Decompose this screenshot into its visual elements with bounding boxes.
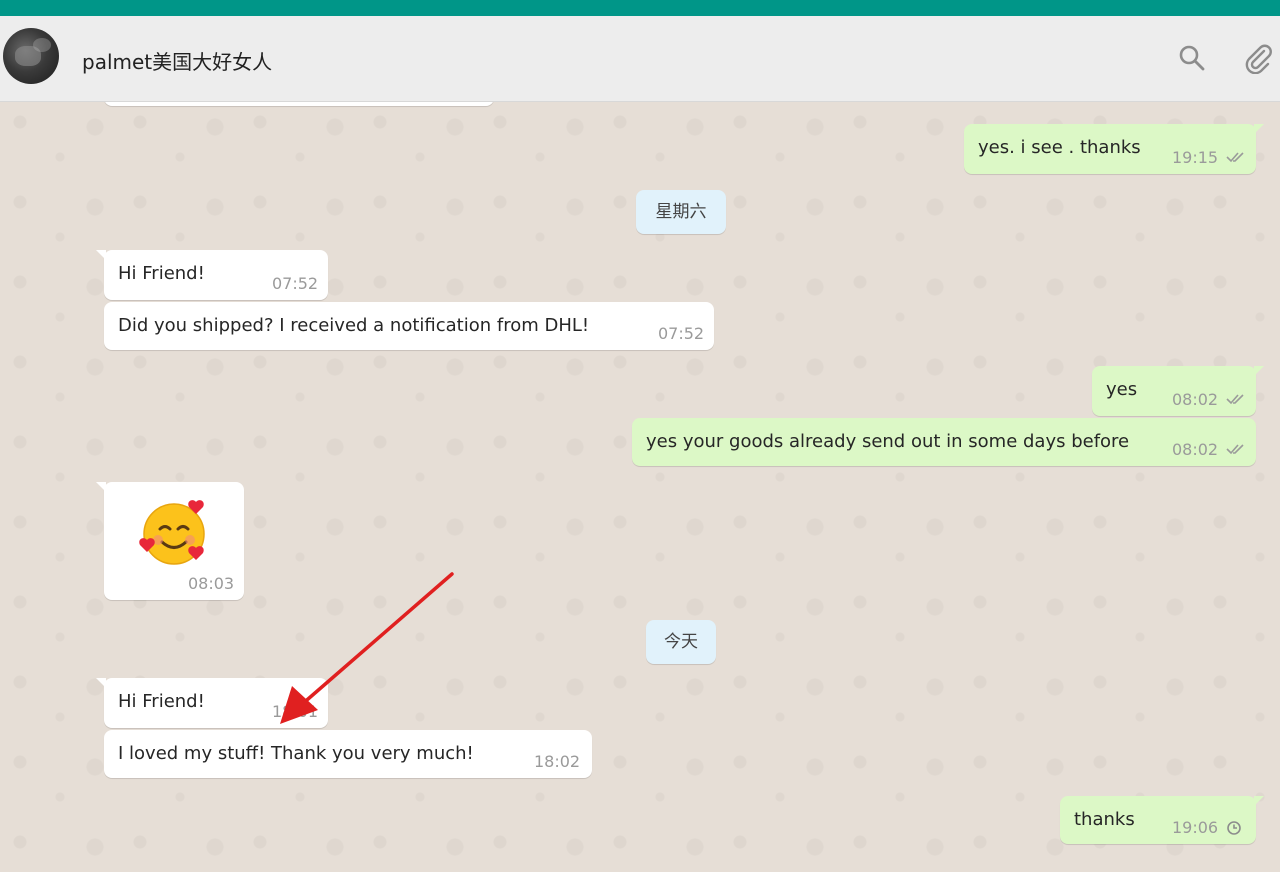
message-time: 18:02 [534,752,581,771]
clock-icon [1227,821,1241,835]
message-bubble-incoming[interactable]: Hi Friend! 07:52 [96,250,328,300]
paperclip-icon[interactable] [1242,42,1274,74]
message-text: Did you shipped? I received a notificati… [118,315,590,336]
date-divider: 星期六 [636,190,726,234]
message-time: 08:03 [188,574,235,593]
top-accent-bar [0,0,1280,16]
message-text: Hi Friend! [118,263,205,284]
contact-name[interactable]: palmet美国大好女人 [82,46,272,75]
message-time: 08:02 [1172,390,1219,409]
message-text: I loved my stuff! Thank you very much! [118,743,474,764]
message-bubble-outgoing[interactable]: yes your goods already send out in some … [632,418,1256,466]
message-time: 18:01 [272,702,319,721]
chat-header: palmet美国大好女人 [0,16,1280,102]
message-bubble-outgoing[interactable]: yes 08:02 [1092,366,1264,416]
message-time: 19:06 [1172,818,1219,837]
message-bubble-partial [104,102,494,106]
message-time: 08:02 [1172,440,1219,459]
double-check-icon [1226,394,1244,405]
message-bubble-outgoing[interactable]: yes. i see . thanks 19:15 [964,124,1264,174]
message-bubble-incoming-emoji[interactable]: 08:03 [96,482,244,600]
message-time: 07:52 [658,324,705,343]
message-bubble-incoming[interactable]: I loved my stuff! Thank you very much! 1… [104,730,592,778]
message-text: yes [1106,379,1138,400]
date-divider: 今天 [646,620,716,664]
message-bubble-incoming[interactable]: Hi Friend! 18:01 [96,678,328,728]
smiling-face-with-hearts-icon [139,500,205,565]
message-bubble-incoming[interactable]: Did you shipped? I received a notificati… [104,302,714,350]
message-text: thanks [1074,809,1135,830]
double-check-icon [1226,152,1244,163]
message-text: yes your goods already send out in some … [646,431,1130,452]
message-text: yes. i see . thanks [978,137,1141,158]
double-check-icon [1226,444,1244,455]
contact-avatar[interactable] [3,28,59,84]
message-list[interactable]: yes. i see . thanks 19:15 星期六 Hi Friend!… [0,102,1280,872]
message-text: Hi Friend! [118,691,205,712]
message-bubble-outgoing[interactable]: thanks 19:06 [1060,796,1264,844]
search-icon[interactable] [1176,42,1208,74]
message-time: 19:15 [1172,148,1219,167]
message-time: 07:52 [272,274,319,293]
